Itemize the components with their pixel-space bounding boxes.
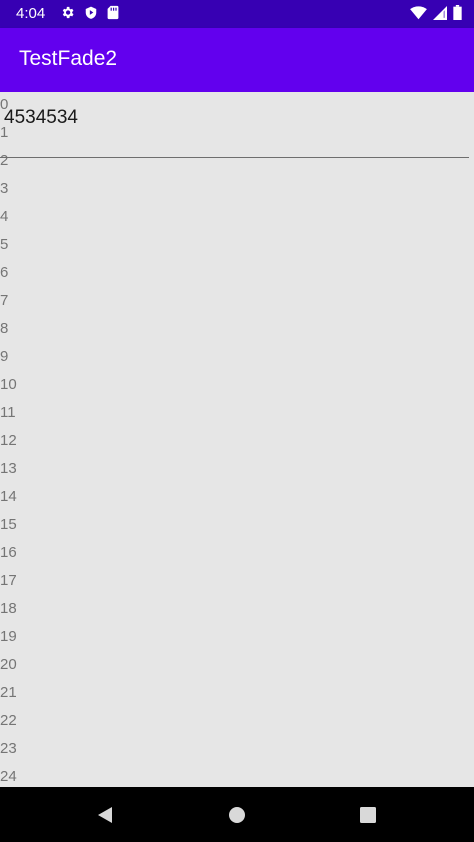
gear-icon [60,5,75,24]
list-item: 15 [0,516,17,533]
list-item: 14 [0,488,17,505]
list-item: 11 [0,404,16,421]
list-item: 16 [0,544,17,561]
list-item: 22 [0,712,17,729]
app-title: TestFade2 [19,47,118,70]
list-item: 7 [0,292,9,309]
status-time: 4:04 [16,5,46,22]
back-icon[interactable] [95,805,115,825]
content-list: 0 1 2 3 4 5 6 7 8 9 10 11 12 13 14 15 16… [0,92,474,787]
list-item: 9 [0,348,9,365]
divider [0,157,469,158]
sd-card-icon [107,5,119,24]
list-item: 8 [0,320,9,337]
list-item: 24 [0,768,17,785]
list-item: 12 [0,432,17,449]
status-icons-right [410,4,462,24]
play-protect-icon [84,5,98,24]
list-item: 4 [0,208,9,225]
list-item: 21 [0,684,17,701]
list-item: 20 [0,656,17,673]
list-item: 6 [0,264,9,281]
recents-icon[interactable] [358,805,378,825]
list-item: 5 [0,236,9,253]
home-icon[interactable] [227,805,247,825]
status-bar: 4:04 [0,0,474,28]
status-icons-left [60,5,119,24]
signal-icon [433,5,447,24]
navigation-bar [0,787,474,842]
battery-icon [453,4,462,24]
wifi-icon [410,5,427,24]
list-item: 19 [0,628,17,645]
list-item: 23 [0,740,17,757]
app-bar: TestFade2 [0,28,474,92]
list-item: 13 [0,460,17,477]
list-item: 17 [0,572,17,589]
list-item: 10 [0,376,17,393]
list-item: 3 [0,180,9,197]
list-item: 18 [0,600,17,617]
overlay-text: 4534534 [4,107,78,128]
